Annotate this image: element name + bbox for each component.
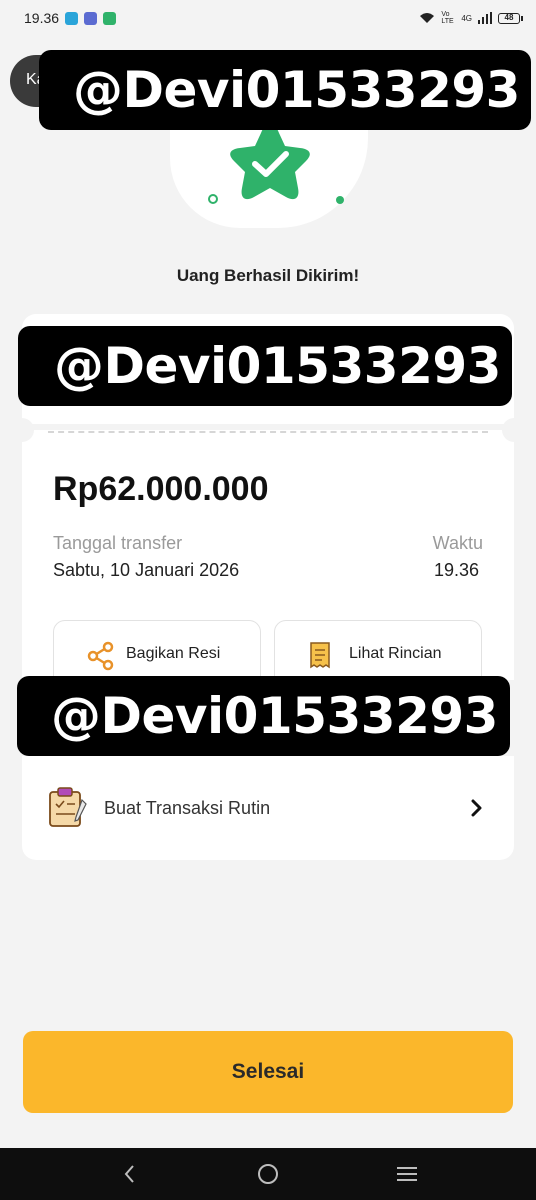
status-left: 19.36 bbox=[24, 10, 117, 26]
battery-icon: 48 bbox=[498, 12, 523, 24]
app-notification-icon bbox=[84, 11, 98, 25]
receipt-divider bbox=[48, 431, 488, 433]
wifi-icon bbox=[420, 13, 435, 23]
routine-transaction-label: Buat Transaksi Rutin bbox=[104, 797, 271, 818]
watermark: @Devi01533293 bbox=[18, 326, 512, 406]
view-details-label: Lihat Rincian bbox=[349, 645, 442, 662]
receipt-notch bbox=[502, 418, 526, 442]
decorative-dot bbox=[336, 196, 344, 204]
signal-icon bbox=[478, 12, 492, 24]
status-right: Vo LTE 4G 48 bbox=[419, 11, 523, 25]
clipboard-icon bbox=[49, 787, 87, 827]
receipt-notch bbox=[10, 418, 34, 442]
battery-level: 48 bbox=[504, 12, 514, 22]
menu-icon bbox=[396, 1167, 417, 1181]
nav-menu-button[interactable] bbox=[392, 1159, 422, 1189]
system-navbar bbox=[0, 1148, 536, 1200]
volte-label: Vo LTE bbox=[441, 11, 454, 25]
status-time: 19.36 bbox=[24, 10, 60, 26]
success-title: Uang Berhasil Dikirim! bbox=[176, 266, 360, 285]
done-button[interactable]: Selesai bbox=[23, 1031, 513, 1113]
nav-back-button[interactable] bbox=[114, 1159, 144, 1189]
nav-home-button[interactable] bbox=[253, 1159, 283, 1189]
date-value: Sabtu, 10 Januari 2026 bbox=[53, 560, 240, 580]
watermark: @Devi01533293 bbox=[17, 676, 510, 756]
decorative-dot bbox=[208, 194, 218, 204]
network-label: 4G bbox=[461, 13, 472, 23]
share-icon bbox=[87, 641, 114, 671]
routine-transaction-row[interactable]: Buat Transaksi Rutin bbox=[22, 756, 514, 860]
chevron-right-icon bbox=[471, 799, 482, 817]
receipt-icon bbox=[310, 642, 330, 669]
home-icon bbox=[257, 1164, 278, 1184]
status-bar: 19.36 Vo LTE 4G 48 bbox=[0, 0, 536, 36]
share-receipt-label: Bagikan Resi bbox=[126, 645, 221, 662]
time-label: Waktu bbox=[432, 533, 483, 553]
time-value: 19.36 bbox=[433, 560, 479, 580]
transfer-amount: Rp62.000.000 bbox=[53, 470, 269, 508]
telegram-icon bbox=[65, 11, 79, 25]
date-label: Tanggal transfer bbox=[53, 533, 183, 553]
messaging-icon bbox=[103, 11, 117, 25]
back-icon bbox=[124, 1165, 135, 1183]
success-star-check-icon bbox=[230, 122, 310, 200]
watermark: @Devi01533293 bbox=[39, 50, 531, 130]
